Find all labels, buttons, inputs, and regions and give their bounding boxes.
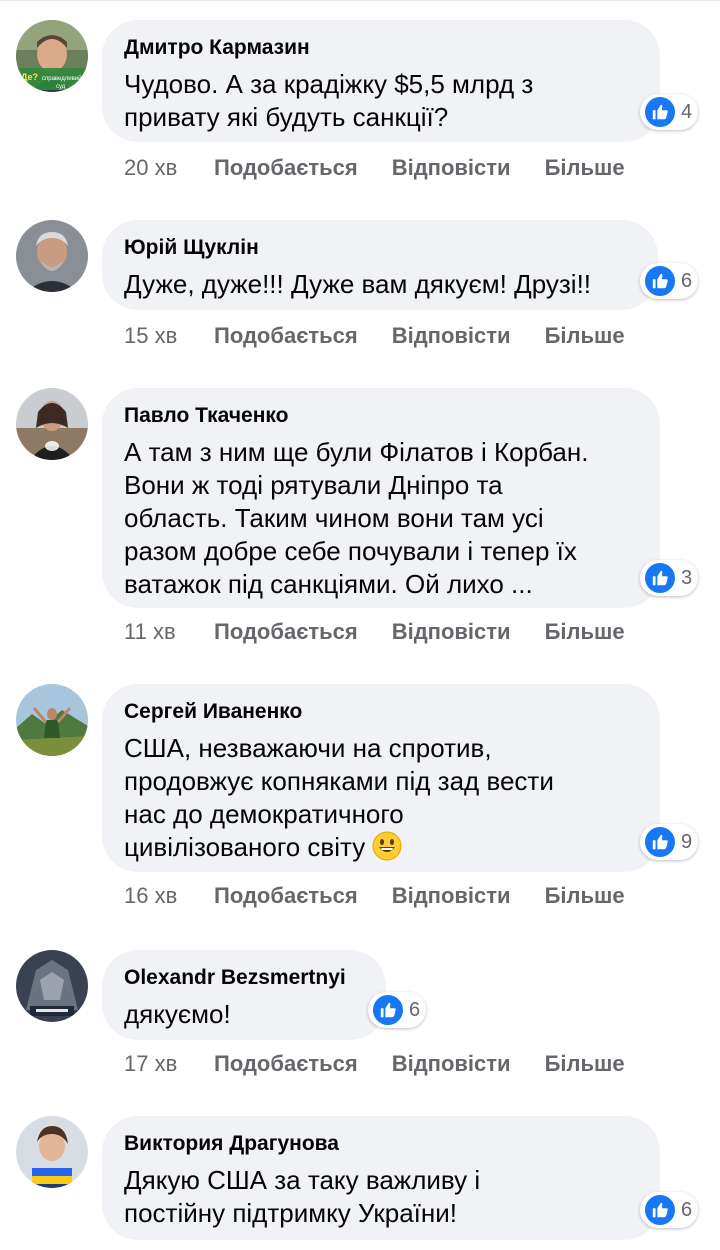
comment-time[interactable]: 11 хв [124,619,214,645]
reply-button[interactable]: Відповісти [392,619,511,645]
like-icon [643,825,677,859]
like-button[interactable]: Подобається [214,883,358,909]
comment-bubble[interactable]: Виктория Драгунова Дякую США за таку важ… [102,1116,660,1240]
more-button[interactable]: Більше [545,883,625,909]
reaction-badge[interactable]: 3 [640,560,699,596]
comment-bubble[interactable]: Olexandr Bezsmertnyi дякуємо! [102,950,386,1040]
reaction-count: 4 [681,100,693,123]
like-icon [643,264,677,298]
svg-text:Де?: Де? [21,72,38,82]
more-button[interactable]: Більше [545,619,625,645]
comment-text: дякуємо! [124,999,231,1029]
reaction-count: 6 [681,269,693,292]
reaction-badge[interactable]: 6 [368,992,427,1028]
avatar[interactable]: Де? справедливий суд [16,20,88,92]
more-button[interactable]: Більше [545,323,625,349]
like-icon [371,993,405,1027]
comment-author[interactable]: Павло Ткаченко [124,402,638,430]
comment-author[interactable]: Сергей Иваненко [124,698,638,726]
reply-button[interactable]: Відповісти [392,323,511,349]
comment-actions: 15 хв Подобається Відповісти Більше [124,321,659,351]
comment-actions: 17 хв Подобається Відповісти Більше [124,1049,659,1079]
more-button[interactable]: Більше [545,155,625,181]
comment-bubble[interactable]: Дмитро Кармазин Чудово. А за крадіжку $5… [102,20,660,142]
comment-bubble[interactable]: Павло Ткаченко А там з ним ще були Філат… [102,388,660,608]
comment-text: Дуже, дуже!!! Дуже вам дякуєм! Друзі!! [124,269,592,299]
avatar[interactable] [16,388,88,460]
reply-button[interactable]: Відповісти [392,883,511,909]
like-icon [643,1193,677,1227]
avatar[interactable] [16,684,88,756]
svg-text:суд: суд [56,84,66,90]
reaction-count: 6 [681,1198,693,1221]
comment-author[interactable]: Olexandr Bezsmertnyi [124,964,364,992]
more-button[interactable]: Більше [545,1051,625,1077]
comment-author[interactable]: Дмитро Кармазин [124,34,638,62]
comment-actions: 11 хв Подобається Відповісти Більше [124,617,659,647]
avatar[interactable] [16,220,88,292]
reaction-count: 6 [409,998,421,1021]
reaction-badge[interactable]: 9 [640,824,699,860]
comment-author[interactable]: Юрій Щуклін [124,234,636,262]
reaction-badge[interactable]: 4 [640,94,699,130]
comment-time[interactable]: 17 хв [124,1051,214,1077]
like-button[interactable]: Подобається [214,1051,358,1077]
grinning-face-emoji [372,831,402,861]
top-divider [0,0,720,1]
comment-actions: 20 хв Подобається Відповісти Більше [124,153,659,183]
comment-text: США, незважаючи на спротив, продовжує ко… [124,732,638,864]
avatar[interactable] [16,1116,88,1188]
like-icon [643,95,677,129]
like-button[interactable]: Подобається [214,619,358,645]
comment-time[interactable]: 20 хв [124,155,214,181]
like-button[interactable]: Подобається [214,155,358,181]
comment-time[interactable]: 16 хв [124,883,214,909]
reaction-count: 9 [681,830,693,853]
reply-button[interactable]: Відповісти [392,1051,511,1077]
avatar[interactable] [16,950,88,1022]
comment-text: А там з ним ще були Філатов і Корбан. Во… [124,437,589,599]
reaction-badge[interactable]: 6 [640,263,699,299]
comment-bubble[interactable]: Сергей Иваненко США, незважаючи на спрот… [102,684,660,872]
comment-text-body: США, незважаючи на спротив, продовжує ко… [124,733,554,862]
comment-time[interactable]: 15 хв [124,323,214,349]
comment-text: Чудово. А за крадіжку $5,5 млрд з приват… [124,69,534,132]
comment-author[interactable]: Виктория Драгунова [124,1130,638,1158]
comment-bubble[interactable]: Юрій Щуклін Дуже, дуже!!! Дуже вам дякує… [102,220,658,310]
like-icon [643,561,677,595]
reply-button[interactable]: Відповісти [392,155,511,181]
reaction-count: 3 [681,566,693,589]
comment-actions: 16 хв Подобається Відповісти Більше [124,881,659,911]
like-button[interactable]: Подобається [214,323,358,349]
comment-text: Дякую США за таку важливу і постійну під… [124,1165,481,1228]
svg-text:справедливий: справедливий [42,75,82,82]
reaction-badge[interactable]: 6 [640,1192,699,1228]
